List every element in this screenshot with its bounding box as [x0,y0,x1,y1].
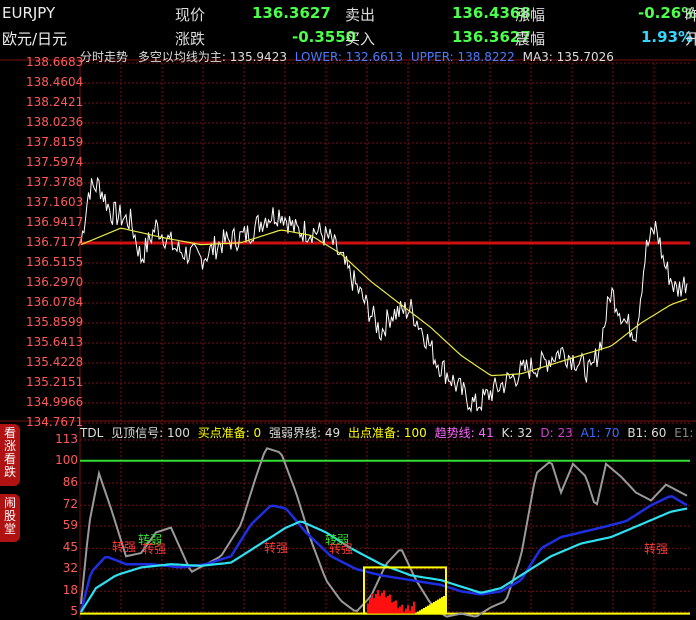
a1-value: A1: 70 [580,426,620,440]
e1-value: E1: 90 [674,426,696,440]
indicator-tick-label: 45 [62,540,78,555]
red-bar [383,590,385,614]
annotation-zhuanqiang: 转强 [264,541,289,555]
price-tick-label: 134.9966 [26,395,84,409]
yellow-bar [425,606,427,614]
red-bar [413,601,415,614]
yellow-bar [421,609,423,614]
price-tick-label: 138.6683 [26,55,84,69]
yellow-bar [439,598,441,614]
indicator-info-line: TDL 见顶信号: 100 买点准备: 0 强弱界线: 49 出点准备: 100… [80,424,696,441]
red-bar [371,593,373,614]
lower-band: LOWER: 132.6613 [294,50,404,64]
red-bar [393,601,395,614]
red-bar [377,590,379,614]
red-bar [399,606,401,614]
price-tick-label: 134.7671 [26,415,84,429]
price-tick-label: 138.4604 [26,75,84,89]
price-info-line: 分时走势 多空以均线为主: 135.9423 LOWER: 132.6613 U… [80,48,614,65]
price-tick-label: 137.3788 [26,175,84,189]
red-bar [409,610,411,614]
red-bar [389,594,391,614]
price-line [80,176,688,413]
indicator-tick-label: 113 [55,432,78,446]
indicator-tick-label: 32 [62,561,78,575]
side-tab-forum-label: 闹股堂 [3,496,16,536]
indicator-tick-label: 59 [62,518,78,532]
buy-prep: 买点准备: 0 [197,426,262,440]
annotation-zhuanqiang: 转强 [644,542,669,556]
red-bar [385,597,387,614]
yellow-bar [423,607,425,614]
yellow-bar [437,599,439,614]
price-chart [80,176,690,413]
upper-band: UPPER: 138.8222 [410,50,515,64]
panel-title: 分时走势 [80,50,129,64]
price-tick-label: 137.5974 [26,155,84,169]
indicator-tick-label: 100 [55,452,78,467]
d-value: D: 23 [540,426,573,440]
annotation-zhuanqiang: 转强 [142,542,167,556]
side-tab-forecast[interactable]: 看涨看跌 [0,424,20,486]
trend-line: 趋势线: 41 [434,426,494,440]
indicator-tick-label: 18 [62,583,78,598]
red-bar [379,595,381,614]
price-tick-label: 135.8599 [26,315,84,329]
yellow-bar [443,595,445,614]
red-bar [375,593,377,614]
indicator-tick-label: 5 [70,604,78,618]
top-signal: 见顶信号: 100 [111,426,190,440]
price-tick-label: 135.4228 [26,355,84,369]
price-tick-label: 135.6413 [26,335,84,349]
price-tick-label: 136.9417 [26,215,84,229]
sell-prep: 出点准备: 100 [347,426,427,440]
strength-line: 强弱界线: 49 [269,426,341,440]
indicator-chart [79,447,690,618]
price-tick-label: 137.1603 [26,195,84,209]
price-tick-label: 136.7177 [26,235,84,249]
red-bar [369,598,371,614]
red-bar [391,602,393,614]
price-tick-label: 137.8159 [26,135,84,149]
price-tick-label: 135.2151 [26,375,84,389]
annotation-zhuanqiang: 转强 [112,540,137,554]
annotation-zhuanqiang: 转强 [329,542,354,556]
red-bar [381,592,383,614]
k-value: K: 32 [501,426,533,440]
tdl-label[interactable]: TDL [80,426,103,440]
indicator-tick-label: 72 [62,497,78,512]
yellow-bar [441,597,443,614]
red-bar [397,608,399,614]
side-tab-forecast-label: 看涨看跌 [3,426,16,479]
indicator-tick-label: 86 [62,475,78,489]
red-bar [405,608,407,614]
yellow-bar [427,605,429,614]
side-tab-forum[interactable]: 闹股堂 [0,494,20,542]
red-bar [411,606,413,614]
price-tick-label: 138.2421 [26,95,84,109]
yellow-bar [417,611,419,614]
red-bar [387,595,389,614]
yellow-bar [429,604,431,614]
yellow-bar [419,610,421,614]
yellow-bar [431,603,433,614]
red-bar [403,611,405,614]
red-bar [367,603,369,614]
ma-desc: 多空以均线为主: 135.9423 [137,50,287,64]
b1-value: B1: 60 [627,426,667,440]
red-bar [401,604,403,614]
price-tick-label: 136.0784 [26,295,84,309]
chart-canvas[interactable] [0,0,696,620]
ma3-value: MA3: 135.7026 [522,50,614,64]
price-tick-label: 138.0236 [26,115,84,129]
price-tick-label: 136.5155 [26,255,84,269]
red-bar [407,605,409,614]
red-bar [373,598,375,614]
price-tick-label: 136.2970 [26,275,84,289]
yellow-bar [435,600,437,614]
yellow-bar [433,601,435,614]
red-bar [395,600,397,614]
